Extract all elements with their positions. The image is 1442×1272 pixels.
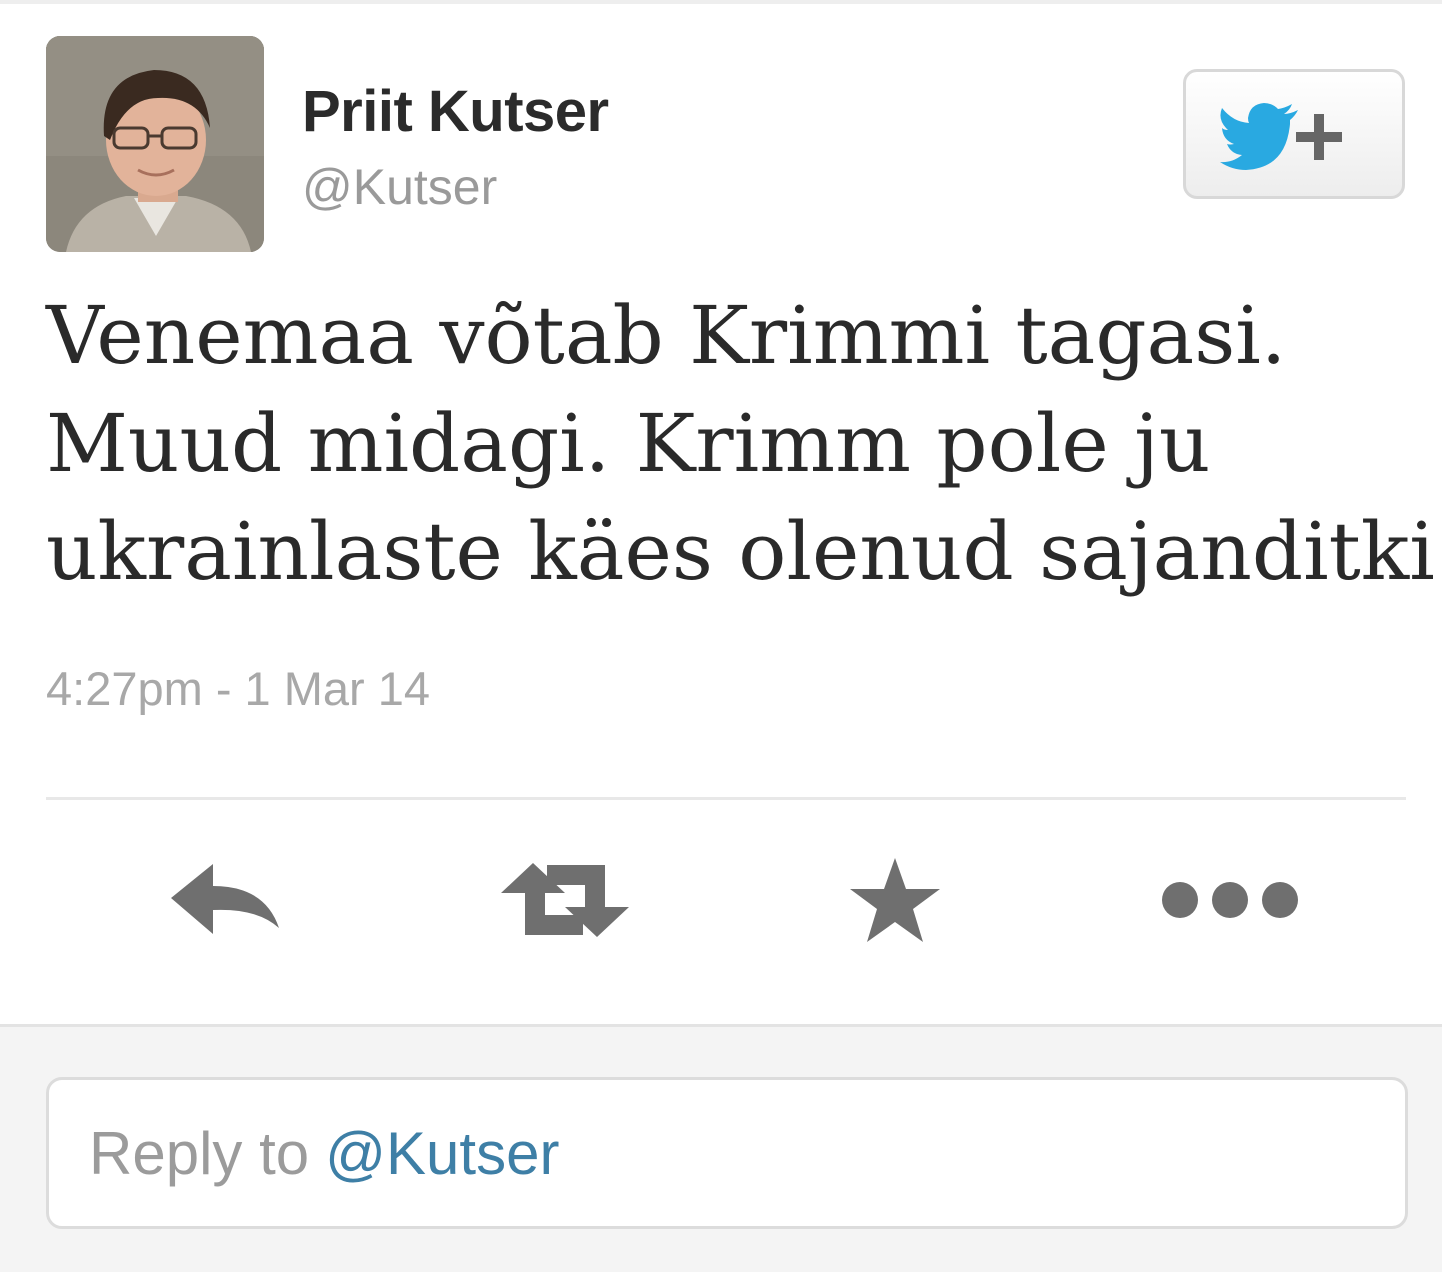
actions-divider <box>46 797 1406 800</box>
author-handle[interactable]: @Kutser <box>302 158 497 216</box>
tweet-text: Venemaa võtab Krimmi tagasi. Muud midagi… <box>46 282 1442 606</box>
more-dots-icon <box>1162 882 1298 918</box>
more-button[interactable] <box>1150 840 1310 960</box>
tweet-timestamp[interactable]: 4:27pm - 1 Mar 14 <box>46 661 430 716</box>
retweet-icon <box>501 863 629 937</box>
follow-button[interactable] <box>1183 69 1405 199</box>
plus-icon <box>1296 114 1342 160</box>
tweet-page: Priit Kutser @Kutser Venemaa võtab Krimm… <box>0 0 1442 1272</box>
reply-placeholder-mention: @Kutser <box>325 1119 560 1187</box>
star-icon <box>850 858 940 942</box>
reply-area: Reply to @Kutser <box>0 1024 1442 1272</box>
reply-placeholder-prefix: Reply to <box>89 1119 310 1187</box>
reply-arrow-icon <box>171 864 279 934</box>
tweet-text-line: Venemaa võtab Krimmi tagasi. <box>46 289 1287 382</box>
reply-button[interactable] <box>150 840 300 960</box>
author-display-name[interactable]: Priit Kutser <box>302 78 609 145</box>
top-divider <box>0 0 1442 4</box>
avatar-photo <box>46 36 264 252</box>
author-avatar[interactable] <box>46 36 264 252</box>
tweet-text-line: Muud midagi. Krimm pole ju <box>46 397 1211 490</box>
retweet-button[interactable] <box>490 840 640 960</box>
twitter-bird-icon <box>1220 103 1298 170</box>
tweet-text-line: ukrainlaste käes olenud sajanditki. <box>46 505 1442 598</box>
reply-input[interactable]: Reply to @Kutser <box>46 1077 1408 1229</box>
favorite-button[interactable] <box>830 840 960 960</box>
